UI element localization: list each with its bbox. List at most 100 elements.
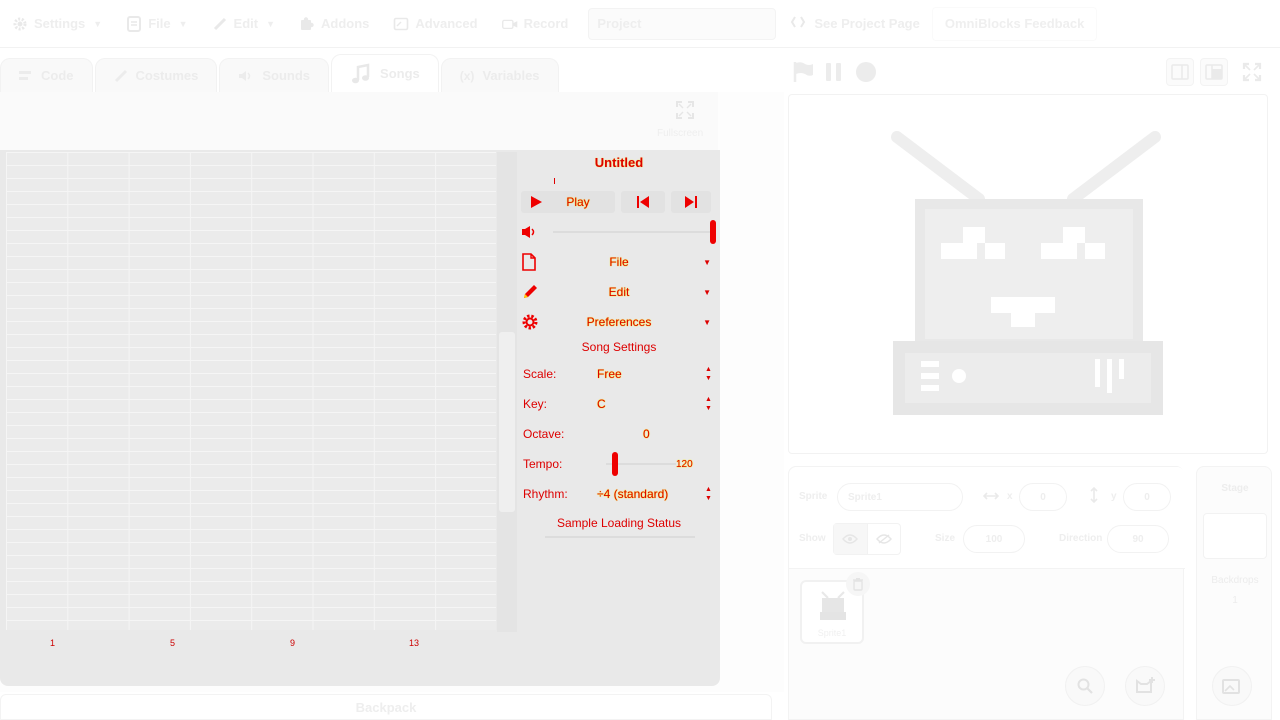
volume-slider[interactable] [553, 231, 713, 233]
sprite-name-input[interactable] [837, 483, 963, 511]
code-icon [19, 70, 31, 80]
file-dropdown-label: File [609, 255, 629, 269]
chevron-down-icon: ▼ [93, 18, 103, 29]
feedback-button-label: OmniBlocks Feedback [944, 16, 1085, 31]
note-grid[interactable] [6, 152, 496, 630]
fullscreen-icon[interactable] [1240, 60, 1264, 84]
play-button[interactable]: Play [521, 191, 615, 213]
y-position-input[interactable] [1123, 483, 1171, 511]
tab-label: Costumes [135, 68, 199, 83]
tab-sounds[interactable]: Sounds [219, 58, 330, 92]
editor-tabs: Code Costumes Sounds Songs (x) Variables [0, 54, 561, 92]
x-position-icon [983, 492, 999, 500]
pause-icon[interactable] [822, 60, 846, 84]
select-spinner-icon: ▲ ▼ [705, 486, 712, 502]
rhythm-select[interactable]: ÷4 (standard) [597, 487, 668, 501]
song-control-panel: Untitled Play File ▼ Edit ▼ Preferences … [517, 152, 717, 552]
bar-number: 1 [50, 638, 56, 648]
x-label: x [1007, 491, 1013, 502]
advanced-icon [393, 16, 409, 32]
backpack-header[interactable]: Backpack [0, 694, 772, 720]
scale-select[interactable]: Free [597, 367, 622, 381]
volume-slider-thumb[interactable] [710, 220, 716, 244]
scale-row: Scale: Free ▲ ▼ [521, 362, 717, 386]
see-inside-icon [790, 14, 806, 33]
choose-sprite-button[interactable] [1125, 666, 1165, 706]
key-select[interactable]: C [597, 397, 606, 411]
green-flag-icon[interactable] [792, 60, 816, 84]
song-title[interactable]: Untitled [517, 155, 721, 170]
grid-scrollbar[interactable] [497, 152, 517, 632]
gear-icon [12, 16, 28, 32]
direction-input[interactable] [1107, 525, 1169, 553]
tab-costumes[interactable]: Costumes [94, 58, 218, 92]
skip-start-icon [637, 196, 649, 208]
feedback-button[interactable]: OmniBlocks Feedback [931, 6, 1098, 41]
small-stage-button[interactable] [1166, 58, 1194, 86]
skip-end-button[interactable] [671, 191, 711, 213]
scrollbar-thumb[interactable] [499, 332, 515, 512]
bar-number: 13 [409, 638, 420, 648]
size-input[interactable] [963, 525, 1025, 553]
songs-toolbar [0, 92, 718, 150]
record-menu[interactable]: Record [490, 0, 581, 48]
addons-menu-label: Addons [321, 16, 370, 31]
see-project-page-button[interactable]: See Project Page [790, 14, 920, 33]
pencil-icon [212, 16, 228, 32]
tab-songs[interactable]: Songs [331, 54, 439, 92]
size-label: Size [935, 533, 956, 544]
robot-thumbnail [820, 591, 846, 620]
hide-button[interactable] [868, 524, 901, 554]
volume-row [521, 220, 717, 244]
y-label: y [1111, 491, 1117, 502]
settings-menu-label: Settings [34, 16, 86, 31]
show-label: Show [799, 533, 826, 544]
large-stage-button[interactable] [1200, 58, 1228, 86]
fullscreen-label: Fullscreen [657, 128, 704, 139]
variable-icon: (x) [459, 68, 475, 83]
chevron-down-icon: ▼ [266, 18, 276, 29]
project-title-input[interactable] [588, 7, 777, 40]
tab-code[interactable]: Code [0, 58, 93, 92]
edit-menu[interactable]: Edit ▼ [200, 0, 287, 48]
edit-dropdown-label: Edit [608, 285, 630, 299]
file-dropdown[interactable]: File ▼ [521, 250, 717, 274]
edit-dropdown[interactable]: Edit ▼ [521, 280, 717, 304]
play-icon [531, 196, 542, 208]
backdrop-add-icon [1222, 679, 1240, 694]
delete-sprite-button[interactable] [846, 572, 870, 596]
search-icon [1077, 678, 1093, 694]
preferences-dropdown[interactable]: Preferences ▼ [521, 310, 717, 334]
advanced-menu[interactable]: Advanced [381, 0, 489, 48]
tab-variables[interactable]: (x) Variables [440, 58, 559, 92]
stop-icon[interactable] [854, 60, 878, 84]
addons-menu[interactable]: Addons [287, 0, 381, 48]
backpack-label: Backpack [355, 699, 417, 715]
select-spinner-icon: ▲ ▼ [705, 396, 712, 412]
stage-canvas[interactable] [788, 94, 1268, 454]
tempo-value: 120 [676, 458, 693, 470]
settings-menu[interactable]: Settings ▼ [0, 0, 114, 48]
rhythm-row: Rhythm: ÷4 (standard) ▲ ▼ [521, 482, 717, 506]
chevron-down-icon: ▼ [178, 18, 188, 29]
show-button[interactable] [834, 524, 868, 554]
file-menu[interactable]: File ▼ [114, 0, 199, 48]
octave-input[interactable]: 0 [643, 427, 650, 441]
puzzle-icon [299, 16, 315, 32]
volume-icon [522, 226, 535, 238]
cat-add-icon [1136, 677, 1155, 693]
choose-backdrop-button[interactable] [1212, 666, 1252, 706]
sample-loading-status: Sample Loading Status [556, 516, 682, 530]
fullscreen-icon[interactable] [676, 101, 694, 119]
tempo-row: Tempo: 120 [521, 452, 717, 476]
x-position-input[interactable] [1019, 483, 1067, 511]
octave-label: Octave: [523, 427, 565, 441]
tempo-slider-thumb[interactable] [612, 452, 618, 476]
sprite-name-label: Sprite [799, 491, 828, 502]
chevron-down-icon: ▼ [703, 317, 711, 327]
preferences-dropdown-label: Preferences [586, 315, 652, 329]
skip-start-button[interactable] [621, 191, 665, 213]
direction-label: Direction [1059, 533, 1103, 544]
tab-label: Sounds [262, 68, 311, 83]
search-sprite-button[interactable] [1065, 666, 1105, 706]
